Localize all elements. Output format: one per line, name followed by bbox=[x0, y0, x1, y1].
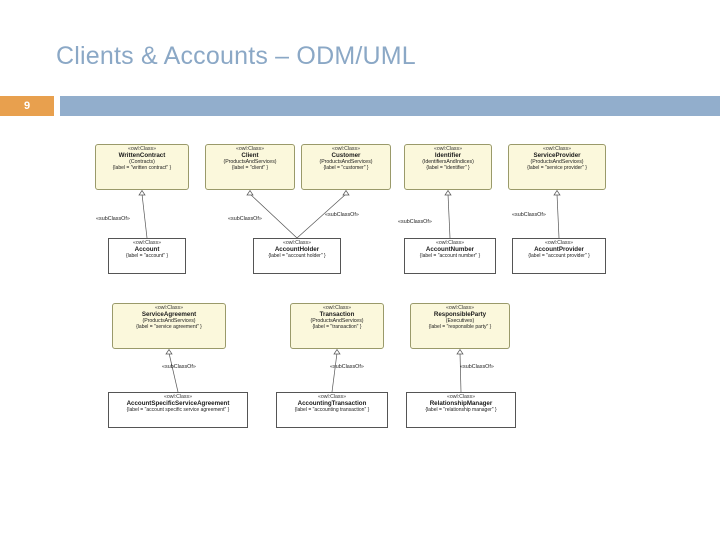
class-label-constraint: {label = "account number" } bbox=[419, 252, 481, 259]
connector-label-accountspecific-to-serviceagreement: «subClassOf» bbox=[162, 364, 196, 370]
uml-class-client[interactable]: «owl:Class» Client (ProductsAndServices) {l… bbox=[205, 144, 295, 190]
uml-class-diagram: «owl:Class» WrittenContract (Contracts) {la… bbox=[0, 130, 720, 460]
connector-line-accountprovider-to-serviceprovider bbox=[556, 193, 560, 239]
class-label-constraint: {label = "account holder" } bbox=[268, 252, 326, 259]
uml-class-responsibleparty[interactable]: «owl:Class» ResponsibleParty (Executives){… bbox=[410, 303, 510, 349]
uml-class-customer[interactable]: «owl:Class» Customer (ProductsAndServices)… bbox=[301, 144, 391, 190]
class-label-constraint: {label = "service agreement" } bbox=[136, 323, 202, 330]
uml-class-accountnumber[interactable]: «owl:Class» AccountNumber {label = "accoun… bbox=[404, 238, 496, 274]
connector-label-relationshipmanager-to-responsibleparty: «subClassOf» bbox=[460, 364, 494, 370]
connector-label-accountnumber-to-identifier: «subClassOf» bbox=[398, 219, 432, 225]
uml-class-serviceagreement[interactable]: «owl:Class» ServiceAgreement (ProductsAndS… bbox=[112, 303, 226, 349]
header-bar-rule bbox=[60, 96, 720, 116]
connector-line-relationshipmanager-to-responsibleparty bbox=[459, 352, 462, 393]
connector-line-account-to-writtencontract bbox=[141, 193, 148, 239]
class-label-constraint: {label = "transaction" } bbox=[312, 323, 362, 330]
connector-line-accountspecific-to-serviceagreement bbox=[168, 352, 179, 393]
generalization-arrow-accountholder-to-customer bbox=[342, 189, 350, 196]
class-label-constraint: {label = "customer" } bbox=[323, 164, 369, 171]
connector-label-account-to-writtencontract: «subClassOf» bbox=[96, 216, 130, 222]
connector-label-accountholder-to-client: «subClassOf» bbox=[228, 216, 262, 222]
connector-label-accountingtransaction-to-transaction: «subClassOf» bbox=[330, 364, 364, 370]
connector-line-accountingtransaction-to-transaction bbox=[331, 352, 338, 393]
connector-label-accountprovider-to-serviceprovider: «subClassOf» bbox=[512, 212, 546, 218]
class-label-constraint: {label = "service provider" } bbox=[527, 164, 587, 171]
uml-class-serviceprovider[interactable]: «owl:Class» ServiceProvider (ProductsAndSe… bbox=[508, 144, 606, 190]
page-title: Clients & Accounts – ODM/UML bbox=[56, 42, 416, 70]
uml-class-identifier[interactable]: «owl:Class» Identifier (IdentifiersAndIndi… bbox=[404, 144, 492, 190]
uml-class-accountprovider[interactable]: «owl:Class» AccountProvider {label = "acco… bbox=[512, 238, 606, 274]
class-label-constraint: {label = "accounting transaction" } bbox=[294, 406, 370, 413]
generalization-arrow-relationshipmanager-to-responsibleparty bbox=[456, 348, 464, 355]
generalization-arrow-accountingtransaction-to-transaction bbox=[333, 348, 341, 355]
uml-class-transaction[interactable]: «owl:Class» Transaction (ProductsAndServic… bbox=[290, 303, 384, 349]
class-label-constraint: {label = "written contract" } bbox=[112, 164, 172, 171]
uml-class-writtencontract[interactable]: «owl:Class» WrittenContract (Contracts) {la… bbox=[95, 144, 189, 190]
uml-class-account[interactable]: «owl:Class» Account {label = "account" } bbox=[108, 238, 186, 274]
class-label-constraint: {label = "account provider" } bbox=[528, 252, 590, 259]
connector-line-accountnumber-to-identifier bbox=[447, 193, 451, 239]
generalization-arrow-accountprovider-to-serviceprovider bbox=[553, 189, 561, 196]
class-label-constraint: {label = "client" } bbox=[231, 164, 269, 171]
class-label-constraint: {label = "identifier" } bbox=[426, 164, 470, 171]
generalization-arrow-accountholder-to-client bbox=[246, 189, 254, 196]
generalization-arrow-account-to-writtencontract bbox=[138, 189, 146, 196]
uml-class-accountholder[interactable]: «owl:Class» AccountHolder {label = "accoun… bbox=[253, 238, 341, 274]
header-accent-bar: 9 bbox=[0, 96, 720, 116]
connector-label-accountholder-to-customer: «subClassOf» bbox=[325, 212, 359, 218]
uml-class-accountspecificserviceagreement[interactable]: «owl:Class» AccountSpecificServiceAgreeme… bbox=[108, 392, 248, 428]
generalization-arrow-accountspecific-to-serviceagreement bbox=[165, 348, 173, 355]
uml-class-relationshipmanager[interactable]: «owl:Class» RelationshipManager {label = "… bbox=[406, 392, 516, 428]
uml-class-accountingtransaction[interactable]: «owl:Class» AccountingTransaction {label =… bbox=[276, 392, 388, 428]
generalization-arrow-accountnumber-to-identifier bbox=[444, 189, 452, 196]
class-label-constraint: {label = "responsible party" } bbox=[428, 323, 492, 330]
page-number-badge: 9 bbox=[0, 96, 54, 116]
class-label-constraint: {label = "relationship manager" } bbox=[425, 406, 497, 413]
class-label-constraint: {label = "account specific service agree… bbox=[126, 406, 230, 413]
class-label-constraint: {label = "account" } bbox=[125, 252, 169, 259]
